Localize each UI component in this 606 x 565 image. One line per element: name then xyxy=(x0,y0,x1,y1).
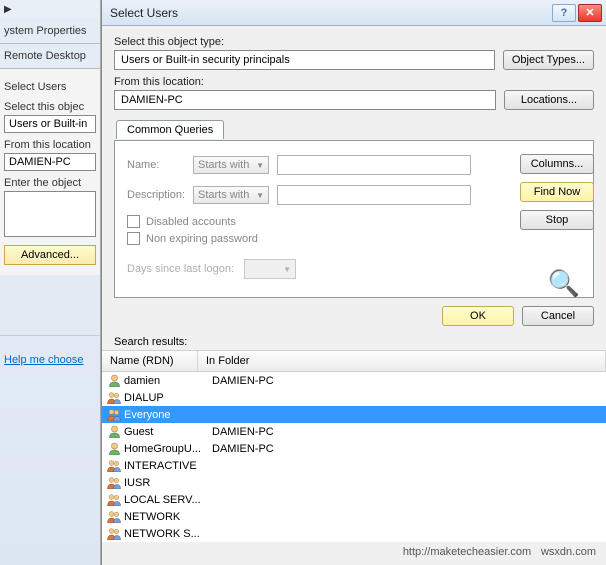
result-row[interactable]: NETWORK S... xyxy=(102,525,606,542)
column-name[interactable]: Name (RDN) xyxy=(102,351,198,371)
result-row[interactable]: NETWORK xyxy=(102,508,606,525)
bg-panel-title: Select Users xyxy=(4,81,96,93)
result-name: HomeGroupU... xyxy=(124,443,212,455)
results-header[interactable]: Name (RDN) In Folder xyxy=(102,350,606,372)
result-name: Guest xyxy=(124,426,212,438)
titlebar-text: Select Users xyxy=(110,6,550,20)
description-input[interactable] xyxy=(277,185,471,205)
find-now-button[interactable]: Find Now xyxy=(520,182,594,202)
result-row[interactable]: DIALUP xyxy=(102,389,606,406)
group-icon xyxy=(106,408,122,422)
stop-button[interactable]: Stop xyxy=(520,210,594,230)
location-input[interactable]: DAMIEN-PC xyxy=(114,90,496,110)
bg-enter-textarea[interactable] xyxy=(4,191,96,237)
column-folder[interactable]: In Folder xyxy=(198,351,606,371)
result-row[interactable]: HomeGroupU...DAMIEN-PC xyxy=(102,440,606,457)
ok-button[interactable]: OK xyxy=(442,306,514,326)
chevron-down-icon: ▼ xyxy=(283,265,291,274)
group-icon xyxy=(106,527,122,541)
bg-tab-system[interactable]: ystem Properties xyxy=(0,19,100,44)
locations-button[interactable]: Locations... xyxy=(504,90,594,110)
close-button[interactable]: ✕ xyxy=(578,4,602,22)
object-type-input[interactable]: Users or Built-in security principals xyxy=(114,50,495,70)
user-icon xyxy=(106,442,122,456)
cancel-button[interactable]: Cancel xyxy=(522,306,594,326)
result-row[interactable]: LOCAL SERV... xyxy=(102,491,606,508)
disabled-checkbox[interactable] xyxy=(127,215,140,228)
result-name: DIALUP xyxy=(124,392,212,404)
result-row[interactable]: IUSR xyxy=(102,474,606,491)
days-combo[interactable]: ▼ xyxy=(244,259,296,279)
description-label: Description: xyxy=(127,189,193,201)
user-icon xyxy=(106,425,122,439)
result-name: IUSR xyxy=(124,477,212,489)
watermark: http://maketecheasier.com wsxdn.com xyxy=(403,543,596,559)
bg-help-link[interactable]: Help me choose xyxy=(0,335,100,384)
help-button[interactable]: ? xyxy=(552,4,576,22)
result-row[interactable]: damienDAMIEN-PC xyxy=(102,372,606,389)
bg-panel: Select Users Select this objec Users or … xyxy=(0,69,100,275)
object-types-button[interactable]: Object Types... xyxy=(503,50,594,70)
bg-advanced-button[interactable]: Advanced... xyxy=(4,245,96,265)
result-name: LOCAL SERV... xyxy=(124,494,212,506)
result-row[interactable]: Everyone xyxy=(102,406,606,423)
bg-object-input[interactable]: Users or Built-in xyxy=(4,115,96,133)
user-icon xyxy=(106,374,122,388)
group-icon xyxy=(106,459,122,473)
group-icon xyxy=(106,493,122,507)
columns-button[interactable]: Columns... xyxy=(520,154,594,174)
result-folder: DAMIEN-PC xyxy=(212,426,274,438)
result-name: damien xyxy=(124,375,212,387)
result-folder: DAMIEN-PC xyxy=(212,375,274,387)
select-users-dialog: Select Users ? ✕ Select this object type… xyxy=(101,0,606,565)
bg-enter-label: Enter the object xyxy=(4,177,96,189)
days-label: Days since last logon: xyxy=(127,263,234,275)
chevron-down-icon: ▼ xyxy=(256,191,264,200)
object-type-label: Select this object type: xyxy=(114,36,594,48)
result-row[interactable]: GuestDAMIEN-PC xyxy=(102,423,606,440)
name-match-combo[interactable]: Starts with▼ xyxy=(193,156,269,174)
bg-location-label: From this location xyxy=(4,139,96,151)
result-name: Everyone xyxy=(124,409,212,421)
bg-location-input[interactable]: DAMIEN-PC xyxy=(4,153,96,171)
location-label: From this location: xyxy=(114,76,594,88)
group-icon xyxy=(106,476,122,490)
result-folder: DAMIEN-PC xyxy=(212,443,274,455)
titlebar[interactable]: Select Users ? ✕ xyxy=(102,0,606,26)
name-input[interactable] xyxy=(277,155,471,175)
chevron-down-icon: ▼ xyxy=(256,161,264,170)
results-label: Search results: xyxy=(102,332,606,350)
result-row[interactable]: INTERACTIVE xyxy=(102,457,606,474)
search-icon: 🔍 xyxy=(548,268,580,299)
description-match-combo[interactable]: Starts with▼ xyxy=(193,186,269,204)
nonexpiring-checkbox[interactable] xyxy=(127,232,140,245)
bg-object-label: Select this objec xyxy=(4,101,96,113)
nonexpiring-label: Non expiring password xyxy=(146,233,258,245)
disabled-label: Disabled accounts xyxy=(146,216,236,228)
result-name: INTERACTIVE xyxy=(124,460,212,472)
expand-icon[interactable]: ▶ xyxy=(0,0,100,19)
background-window: ▶ ystem Properties Remote Desktop Select… xyxy=(0,0,101,565)
bg-tab-remote[interactable]: Remote Desktop xyxy=(0,44,100,69)
group-icon xyxy=(106,510,122,524)
result-name: NETWORK S... xyxy=(124,528,212,540)
name-label: Name: xyxy=(127,159,193,171)
side-buttons: Columns... Find Now Stop xyxy=(520,154,594,238)
group-icon xyxy=(106,391,122,405)
tab-common-queries[interactable]: Common Queries xyxy=(116,120,224,139)
results-list[interactable]: damienDAMIEN-PCDIALUPEveryoneGuestDAMIEN… xyxy=(102,372,606,542)
result-name: NETWORK xyxy=(124,511,212,523)
